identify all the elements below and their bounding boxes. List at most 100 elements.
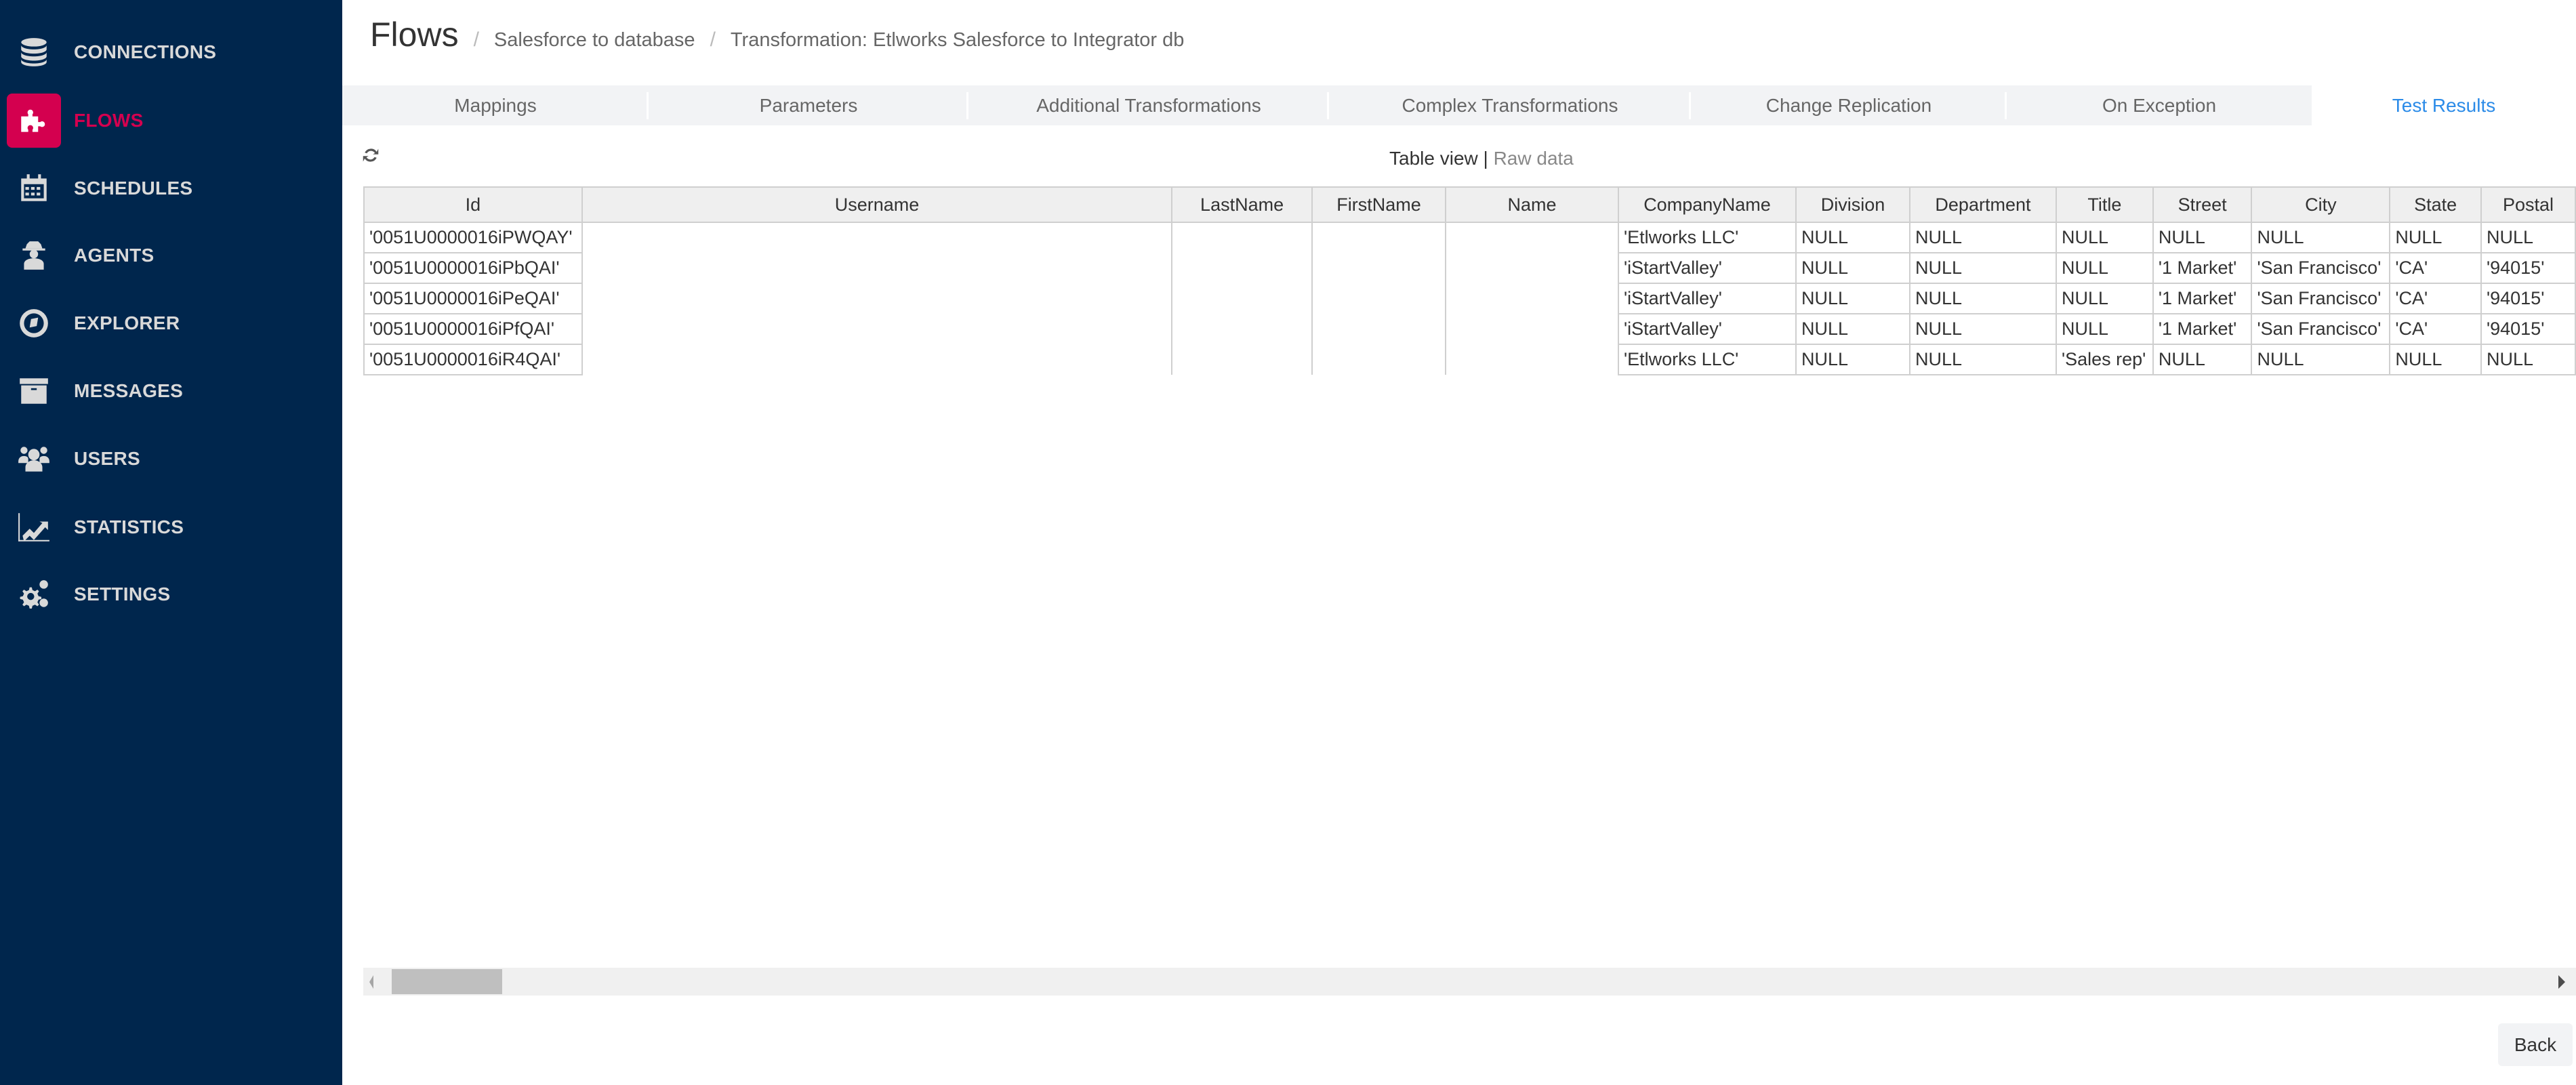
sidebar-item-explorer[interactable]: EXPLORER	[0, 293, 342, 354]
scrollbar-thumb[interactable]	[392, 969, 502, 994]
table-cell-postal: '94015'	[2480, 283, 2576, 314]
table-cell-title: NULL	[2055, 313, 2154, 345]
table-cell-firstname	[1311, 283, 1447, 314]
table-cell-username	[581, 253, 1173, 283]
table-cell-title: NULL	[2055, 283, 2154, 314]
table-cell-street: '1 Market'	[2152, 283, 2253, 314]
tab-label: Parameters	[759, 94, 858, 116]
table-view-link[interactable]: Table view	[1389, 148, 1478, 169]
sidebar-item-settings[interactable]: SETTINGS	[0, 564, 342, 625]
sidebar-item-agents[interactable]: AGENTS	[0, 225, 342, 286]
table-cell-division: NULL	[1795, 283, 1910, 314]
table-cell-id: '0051U0000016iR4QAI'	[363, 344, 583, 375]
table-cell-name	[1445, 283, 1619, 314]
horizontal-scrollbar[interactable]	[363, 968, 2576, 996]
table-cell-companyname: 'iStartValley'	[1617, 252, 1797, 284]
tab-label: Mappings	[454, 94, 537, 116]
column-header-state[interactable]: State	[2389, 186, 2482, 223]
table-cell-lastname	[1171, 344, 1313, 375]
table-cell-id: '0051U0000016iPbQAI'	[363, 252, 583, 284]
table-cell-department: NULL	[1908, 252, 2057, 284]
column-header-id[interactable]: Id	[363, 186, 583, 223]
database-icon	[7, 25, 61, 79]
table-cell-division: NULL	[1795, 222, 1910, 253]
table-cell-state: 'CA'	[2389, 313, 2482, 345]
table-cell-state: 'CA'	[2389, 283, 2482, 314]
line-chart-icon	[7, 500, 61, 554]
tab-on-exception[interactable]: On Exception	[2007, 85, 2312, 125]
column-header-city[interactable]: City	[2251, 186, 2391, 223]
sidebar-item-label: USERS	[74, 448, 140, 469]
table-cell-companyname: 'iStartValley'	[1617, 283, 1797, 314]
column-header-division[interactable]: Division	[1795, 186, 1910, 223]
sidebar-item-flows[interactable]: FLOWS	[0, 90, 342, 151]
column-header-firstname[interactable]: FirstName	[1311, 186, 1447, 223]
table-cell-lastname	[1171, 222, 1313, 253]
table-cell-department: NULL	[1908, 313, 2057, 345]
table-cell-lastname	[1171, 283, 1313, 314]
breadcrumb-transformation: Transformation: Etlworks Salesforce to I…	[730, 29, 1185, 51]
sidebar-item-label: MESSAGES	[74, 380, 184, 401]
users-icon	[7, 432, 61, 486]
breadcrumb-flow[interactable]: Salesforce to database	[494, 29, 695, 52]
table-cell-state: NULL	[2389, 344, 2482, 375]
table-cell-street: '1 Market'	[2152, 313, 2253, 345]
column-header-username[interactable]: Username	[581, 186, 1173, 223]
table-cell-street: '1 Market'	[2152, 252, 2253, 284]
sidebar-item-schedules[interactable]: SCHEDULES	[0, 158, 342, 219]
table-row: '0051U0000016iR4QAI' 'Etlworks LLC' NULL NU…	[363, 344, 2576, 375]
table-cell-lastname	[1171, 253, 1313, 283]
column-header-postal[interactable]: Postal	[2480, 186, 2576, 223]
table-row: '0051U0000016iPfQAI''iStartValley' NULL NU…	[363, 313, 2576, 345]
puzzle-icon	[7, 94, 61, 148]
sidebar-item-label: SCHEDULES	[74, 178, 193, 199]
raw-data-link[interactable]: Raw data	[1494, 148, 1574, 169]
table-cell-companyname: 'Etlworks LLC'	[1617, 344, 1797, 375]
sidebar-item-connections[interactable]: CONNECTIONS	[0, 22, 342, 83]
scroll-left-arrow-icon[interactable]	[369, 975, 373, 989]
tab-complex-transformations[interactable]: Complex Transformations	[1329, 85, 1691, 125]
column-header-title[interactable]: Title	[2055, 186, 2154, 223]
page-title[interactable]: Flows	[370, 15, 459, 54]
table-cell-name	[1445, 253, 1619, 283]
table-cell-id: '0051U0000016iPeQAI'	[363, 283, 583, 314]
sidebar-item-label: AGENTS	[74, 245, 155, 266]
results-table-container: Id Username LastName FirstName Name CompanyNa…	[363, 186, 2576, 375]
tab-mappings[interactable]: Mappings	[342, 85, 649, 125]
column-header-companyname[interactable]: CompanyName	[1617, 186, 1797, 223]
column-header-lastname[interactable]: LastName	[1171, 186, 1313, 223]
back-button[interactable]: Back	[2498, 1023, 2573, 1066]
table-cell-city: NULL	[2251, 222, 2391, 253]
column-header-street[interactable]: Street	[2152, 186, 2253, 223]
refresh-button[interactable]	[361, 145, 381, 165]
table-cell-firstname	[1311, 344, 1447, 375]
sidebar-item-label: CONNECTIONS	[74, 41, 217, 62]
table-cell-firstname	[1311, 253, 1447, 283]
view-divider: |	[1483, 148, 1488, 169]
table-cell-city: 'San Francisco'	[2251, 313, 2391, 345]
sidebar-item-messages[interactable]: MESSAGES	[0, 361, 342, 422]
table-cell-lastname	[1171, 314, 1313, 344]
sidebar-item-users[interactable]: USERS	[0, 428, 342, 489]
tab-bar: Mappings Parameters Additional Transform…	[342, 85, 2312, 125]
calendar-icon	[7, 161, 61, 216]
sidebar: CONNECTIONS FLOWS SCHEDULES AGENTS EXPLO…	[0, 0, 342, 1085]
scroll-right-arrow-icon[interactable]	[2558, 975, 2565, 989]
table-cell-companyname: 'Etlworks LLC'	[1617, 222, 1797, 253]
tab-test-results[interactable]: Test Results	[2312, 85, 2576, 125]
table-cell-username	[581, 344, 1173, 375]
tab-parameters[interactable]: Parameters	[649, 85, 968, 125]
table-cell-username	[581, 283, 1173, 314]
tab-change-replication[interactable]: Change Replication	[1691, 85, 2007, 125]
tab-additional-transformations[interactable]: Additional Transformations	[968, 85, 1329, 125]
gears-icon	[7, 567, 61, 621]
table-cell-city: 'San Francisco'	[2251, 252, 2391, 284]
table-cell-postal: '94015'	[2480, 252, 2576, 284]
table-cell-division: NULL	[1795, 252, 1910, 284]
column-header-department[interactable]: Department	[1908, 186, 2057, 223]
tab-label: On Exception	[2102, 94, 2217, 116]
column-header-name[interactable]: Name	[1445, 186, 1619, 223]
table-cell-division: NULL	[1795, 344, 1910, 375]
sidebar-item-statistics[interactable]: STATISTICS	[0, 497, 342, 558]
archive-box-icon	[7, 364, 61, 418]
